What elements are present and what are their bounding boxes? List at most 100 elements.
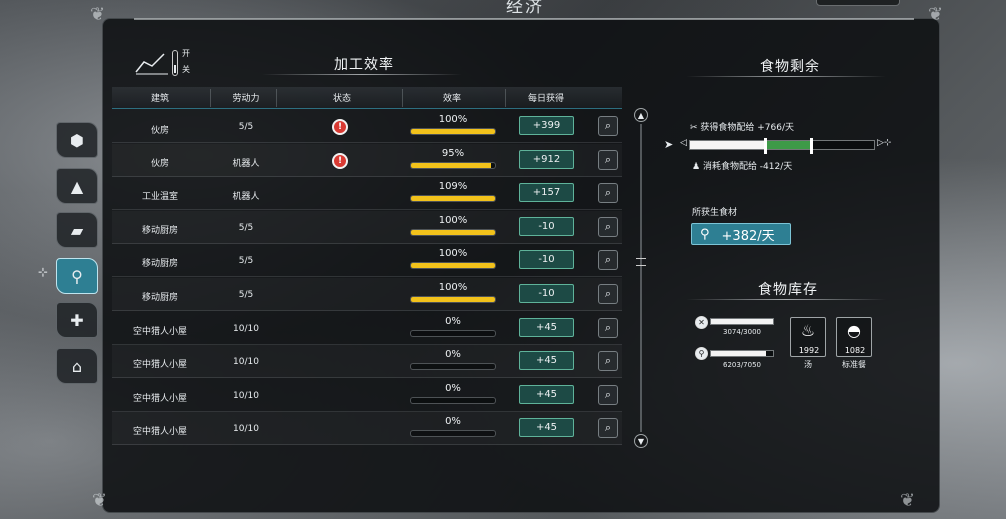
toggle-on-label: 开 [182, 49, 190, 58]
building-name: 伙房 [150, 158, 169, 169]
magnifier-icon[interactable]: ⌕ [598, 351, 618, 372]
labor-count: 10/10 [233, 424, 259, 435]
supply-label: 获得食物配给 +766/天 [700, 123, 795, 133]
building-name: 伙房 [150, 126, 169, 136]
toggle-off-label: 关 [182, 65, 190, 74]
resources-icon: ⬢ [70, 130, 84, 150]
building-name: 空中猎人小屋 [132, 427, 187, 438]
nav-housing[interactable]: ⌂ [56, 348, 98, 384]
table-row[interactable]: 空中猎人小屋 10/10 0% +45 ⌕ [112, 412, 622, 446]
ration-icon: ⚲ [695, 347, 708, 360]
efficiency-value: 100% [438, 114, 468, 125]
efficiency-value: 100% [438, 282, 468, 293]
title-divider [262, 74, 462, 75]
building-name: 移动厨房 [141, 293, 178, 303]
labor-count: 10/10 [233, 390, 259, 401]
labor-count: 10/10 [233, 323, 259, 334]
table-row[interactable]: 空中猎人小屋 10/10 0% +45 ⌕ [112, 345, 622, 379]
efficiency-bar [410, 329, 496, 337]
magnifier-icon[interactable]: ⌕ [598, 317, 618, 338]
frame-top-border [134, 18, 914, 20]
labor-count: 机器人 [232, 192, 260, 203]
nav-materials[interactable]: ▰ [56, 212, 98, 248]
scroll-down-icon[interactable]: ▼ [634, 434, 648, 448]
table-row[interactable]: 伙房 5/5! 100% +399 ⌕ [112, 110, 622, 143]
header-separator [505, 89, 506, 107]
alert-icon[interactable]: ! [332, 119, 348, 135]
efficiency-value: 100% [438, 248, 468, 260]
top-right-button[interactable] [816, 0, 900, 6]
scroll-up-icon[interactable]: ▲ [634, 108, 648, 122]
health-icon: ✚ [70, 310, 84, 330]
header-separator [402, 89, 403, 107]
table-header: 建筑 劳动力 状态 效率 每日获得 [112, 87, 622, 109]
magnifier-icon[interactable]: ⌕ [598, 216, 618, 237]
magnifier-icon[interactable]: ⌕ [598, 250, 618, 271]
corner-ornament-icon: ❦ [90, 4, 106, 25]
standard-meal-card[interactable]: ◓ 1082 [836, 317, 872, 357]
labor-count: 5/5 [238, 290, 254, 300]
daily-gain: +45 [519, 384, 574, 404]
labor-count: 5/5 [238, 122, 254, 132]
efficiency-bar [410, 228, 496, 236]
labor-count: 机器人 [232, 158, 260, 169]
daily-gain: -10 [519, 216, 574, 236]
scroll-track[interactable] [640, 124, 642, 432]
header-efficiency: 效率 [442, 94, 461, 104]
daily-gain: +399 [519, 116, 574, 135]
soup-label: 汤 [804, 360, 812, 369]
daily-gain: -10 [519, 284, 574, 303]
table-row[interactable]: 伙房 机器人! 95% +912 ⌕ [112, 144, 622, 177]
housing-icon: ⌂ [71, 356, 83, 376]
magnifier-icon[interactable]: ⌕ [598, 183, 618, 204]
scroll-grip[interactable] [636, 258, 646, 266]
magnifier-icon[interactable]: ⌕ [598, 149, 618, 170]
food-icon: ⚲ [71, 266, 83, 286]
magnifier-icon[interactable]: ⌕ [598, 116, 618, 136]
page-title: 经济 [506, 0, 544, 17]
processing-title: 加工效率 [334, 57, 394, 73]
header-daily: 每日获得 [527, 94, 564, 104]
building-name: 移动厨房 [141, 259, 178, 270]
chart-toggle[interactable]: 开 关 [134, 49, 190, 80]
surplus-fill [765, 141, 812, 149]
header-building: 建筑 [150, 94, 169, 104]
soup-card[interactable]: ♨ 1992 [790, 317, 826, 357]
magnifier-icon[interactable]: ⌕ [598, 384, 618, 405]
magnifier-icon[interactable]: ⌕ [598, 418, 618, 439]
title-divider [686, 299, 886, 300]
efficiency-value: 109% [438, 181, 468, 193]
efficiency-bar [410, 296, 496, 303]
header-status: 状态 [332, 94, 351, 104]
daily-gain: +45 [519, 317, 574, 337]
daily-gain: +912 [519, 149, 574, 169]
nav-health[interactable]: ✚ [56, 302, 98, 338]
toggle-switch[interactable] [172, 50, 178, 76]
labor-count: 5/5 [238, 256, 254, 267]
table-row[interactable]: 移动厨房 5/5 100% -10 ⌕ [112, 278, 622, 311]
table-row[interactable]: 空中猎人小屋 10/10 0% +45 ⌕ [112, 379, 622, 412]
table-row[interactable]: 移动厨房 5/5 100% -10 ⌕ [112, 244, 622, 278]
surplus-title: 食物剩余 [760, 59, 820, 75]
raw-food-icon: ✕ [695, 316, 708, 329]
magnifier-icon[interactable]: ⌕ [598, 284, 618, 304]
nav-indicator-icon: ⊹ [38, 265, 49, 279]
nav-wood[interactable]: ▲ [56, 168, 98, 204]
efficiency-value: 0% [445, 315, 461, 327]
table-row[interactable]: 移动厨房 5/5 100% -10 ⌕ [112, 211, 622, 244]
efficiency-value: 100% [438, 214, 468, 226]
alert-icon[interactable]: ! [332, 152, 348, 169]
pointer-icon: ➤ [664, 138, 674, 151]
consume-marker [764, 138, 768, 154]
table-row[interactable]: 空中猎人小屋 10/10 0% +45 ⌕ [112, 312, 622, 345]
table-scrollbar[interactable]: ▲ ▼ [634, 108, 648, 448]
efficiency-bar [410, 262, 496, 270]
nav-resources[interactable]: ⬢ [56, 122, 98, 158]
utensils-icon: ✂ [690, 123, 701, 133]
table-row[interactable]: 工业温室 机器人 109% +157 ⌕ [112, 177, 622, 211]
nav-food[interactable]: ⚲ [56, 258, 98, 294]
raw-stock-value: 3074/3000 [723, 328, 761, 336]
labor-count: 5/5 [238, 222, 254, 233]
building-name: 空中猎人小屋 [132, 360, 187, 371]
building-name: 空中猎人小屋 [132, 393, 187, 404]
